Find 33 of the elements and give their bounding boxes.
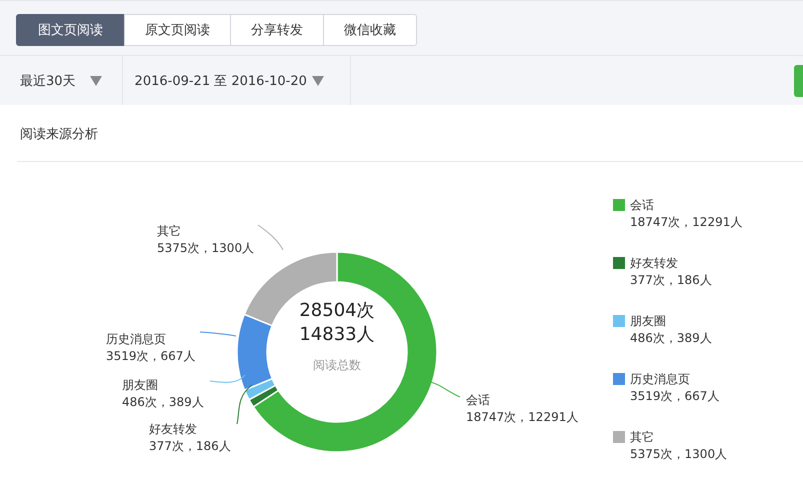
legend-label: 好友转发: [630, 255, 679, 272]
slice-label: 其它: [157, 223, 182, 240]
date-range-dropdown[interactable]: 2016-09-21 至 2016-10-20: [122, 56, 351, 105]
slice-label: 历史消息页: [106, 331, 167, 348]
legend-stats: 486次，389人: [630, 330, 712, 347]
legend-stats: 18747次，12291人: [630, 214, 742, 231]
tab[interactable]: 微信收藏: [323, 14, 417, 46]
legend-stats: 5375次，1300人: [630, 446, 728, 463]
total-caption: 阅读总数: [312, 357, 362, 374]
legend-stats: 377次，186人: [630, 272, 712, 289]
tab[interactable]: 分享转发: [230, 14, 324, 46]
tab[interactable]: 图文页阅读: [16, 14, 125, 46]
legend-label: 会话: [630, 197, 655, 214]
slice-label: 会话: [466, 392, 491, 409]
total-people: 14833人: [298, 323, 376, 347]
slice-stats: 377次，186人: [149, 438, 231, 455]
slice-stats: 5375次，1300人: [157, 240, 254, 257]
slice-label: 好友转发: [149, 421, 198, 438]
section-title: 阅读来源分析: [17, 105, 803, 162]
legend-label: 历史消息页: [630, 371, 691, 388]
dropdown-icon: [90, 76, 102, 86]
tab[interactable]: 原文页阅读: [124, 14, 231, 46]
total-count: 28504次: [298, 299, 376, 323]
legend-label: 朋友圈: [630, 313, 667, 330]
action-button[interactable]: [794, 64, 803, 96]
slice-stats: 3519次，667人: [106, 348, 196, 365]
legend-label: 其它: [630, 429, 655, 446]
slice-stats: 18747次，12291人: [466, 409, 578, 426]
period-dropdown[interactable]: 最近30天: [0, 56, 123, 105]
slice-label: 朋友圈: [122, 377, 159, 394]
legend-stats: 3519次，667人: [630, 388, 720, 405]
slice-stats: 486次，389人: [122, 394, 204, 411]
dropdown-icon: [312, 76, 324, 86]
